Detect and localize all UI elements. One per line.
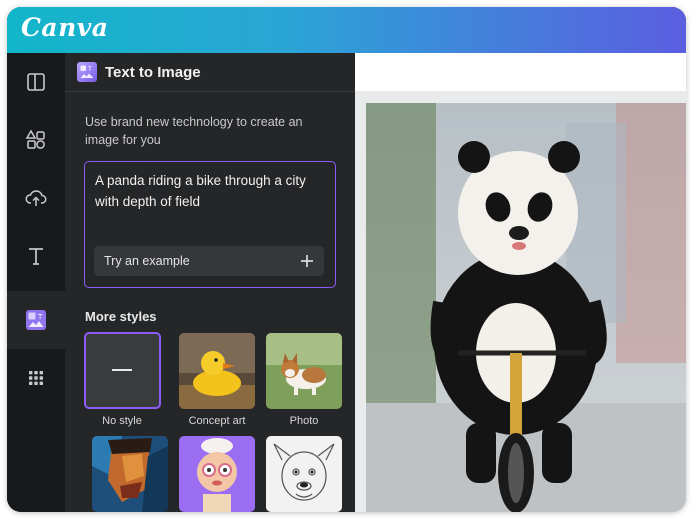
canva-logo[interactable]: Canva [21,13,109,42]
text-to-image-panel: T Text to Image Use brand new technology… [65,53,355,512]
sketch-dog-thumbnail [266,436,342,512]
style-card-sketch[interactable] [266,436,342,512]
style-label: Concept art [188,415,246,427]
plus-icon [301,255,313,267]
svg-text:T: T [87,66,92,73]
styles-heading: More styles [85,309,157,324]
rail-item-elements[interactable] [7,111,65,169]
rail-item-text-to-image[interactable]: T [7,291,65,349]
layout-icon [27,73,45,91]
style-label: Photo [289,415,319,427]
style-card-concept-art[interactable] [179,333,255,409]
design-canvas[interactable] [355,53,686,512]
rail-item-apps[interactable] [7,349,65,407]
prompt-text[interactable]: A panda riding a bike through a city wit… [95,170,325,212]
rail-item-layout[interactable] [7,53,65,111]
text-to-image-icon: T [26,310,46,330]
apps-icon [29,371,43,385]
elements-icon [25,129,45,149]
prompt-input[interactable]: A panda riding a bike through a city wit… [84,161,336,288]
text-to-image-app-icon: T [77,62,97,82]
try-example-label: Try an example [104,254,190,268]
upload-icon [25,190,47,206]
panel-title: Text to Image [105,63,201,81]
canvas-toolbar [355,53,686,91]
style-card-cubist[interactable] [92,436,168,512]
panel-description: Use brand new technology to create an im… [85,115,303,147]
panda-bike-image [366,103,686,512]
side-rail: T [7,53,65,512]
dog-thumbnail [266,333,342,409]
style-card-photo[interactable] [266,333,342,409]
svg-text:T: T [37,313,43,321]
generated-image[interactable] [366,103,686,512]
rail-item-text[interactable] [7,227,65,285]
app-window: Canva T T Text to Image Use brand new te… [7,7,686,512]
top-bar: Canva [7,7,686,53]
panel-header: T Text to Image [65,53,355,92]
portrait-thumbnail [92,436,168,512]
text-icon [29,248,43,265]
style-card-3d[interactable] [179,436,255,512]
try-example-button[interactable]: Try an example [94,246,324,276]
rail-item-uploads[interactable] [7,169,65,227]
dash-icon [112,369,132,371]
character-thumbnail [179,436,255,512]
style-card-no-style[interactable] [84,332,161,409]
duck-thumbnail [179,333,255,409]
style-label: No style [102,415,142,427]
